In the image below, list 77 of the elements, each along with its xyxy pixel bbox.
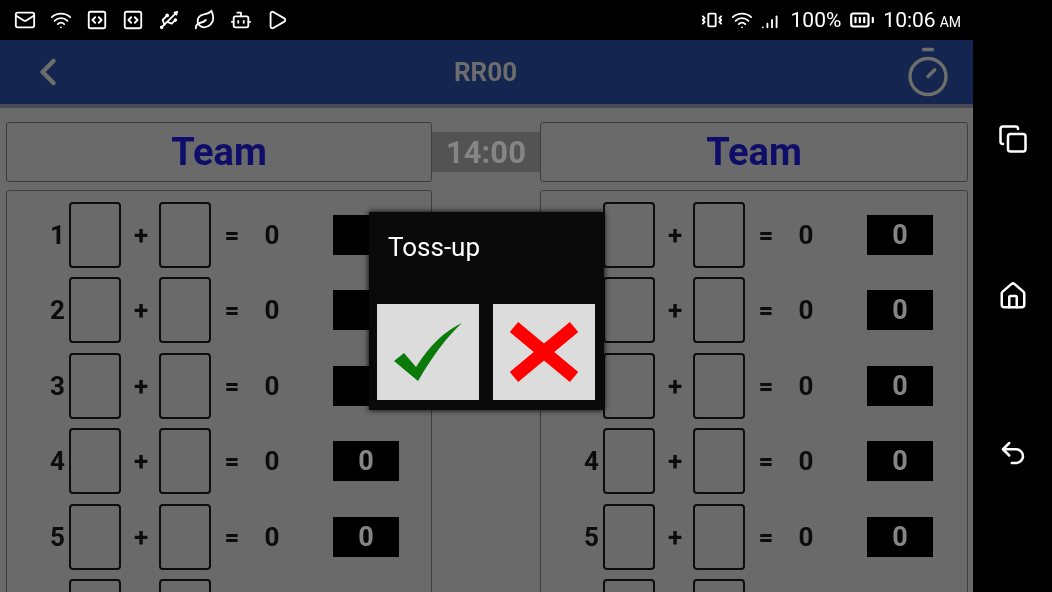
equals-sign: =	[757, 295, 775, 326]
row-score: 0	[867, 516, 933, 557]
confirm-button[interactable]	[377, 304, 479, 400]
row-score: 0	[333, 516, 399, 557]
equals-sign: =	[223, 370, 241, 401]
recent-apps-icon[interactable]	[997, 123, 1028, 154]
code-icon	[122, 9, 144, 31]
score-input[interactable]	[159, 428, 211, 495]
plus-sign: +	[666, 219, 684, 250]
plus-sign: +	[132, 521, 150, 552]
code-icon	[86, 9, 108, 31]
score-input[interactable]	[69, 352, 121, 419]
row-score: 0	[867, 214, 933, 255]
score-input[interactable]	[693, 503, 745, 570]
plus-sign: +	[666, 370, 684, 401]
equals-sign: =	[757, 521, 775, 552]
plus-sign: +	[132, 446, 150, 477]
clock-time: 10:06 AM	[883, 8, 961, 32]
leaf-icon	[194, 9, 216, 31]
row-score: 0	[867, 365, 933, 406]
plus-sign: +	[666, 446, 684, 477]
row-number: 4	[49, 446, 66, 477]
team-name[interactable]: Team	[540, 122, 968, 182]
row-score: 0	[333, 441, 399, 482]
mail-icon	[14, 9, 36, 31]
score-input[interactable]	[159, 352, 211, 419]
score-input[interactable]	[69, 201, 121, 268]
usb-icon	[158, 9, 180, 31]
dialog-title: Toss-up	[387, 232, 482, 262]
row-sum: 0	[263, 446, 281, 477]
equals-sign: =	[757, 446, 775, 477]
equals-sign: =	[223, 446, 241, 477]
score-input[interactable]	[69, 503, 121, 570]
score-input[interactable]	[693, 201, 745, 268]
score-input[interactable]	[693, 352, 745, 419]
row-number: 3	[49, 370, 66, 401]
equals-sign: =	[757, 219, 775, 250]
row-sum: 0	[263, 219, 281, 250]
equals-sign: =	[757, 370, 775, 401]
score-input[interactable]	[603, 428, 655, 495]
row-score: 0	[867, 441, 933, 482]
row-number: 2	[49, 295, 66, 326]
row-sum: 0	[263, 370, 281, 401]
row-sum: 0	[263, 521, 281, 552]
row-sum: 0	[797, 219, 815, 250]
score-input[interactable]	[693, 277, 745, 344]
plus-sign: +	[666, 295, 684, 326]
score-input[interactable]	[693, 428, 745, 495]
robot-icon	[230, 9, 252, 31]
row-sum: 0	[797, 446, 815, 477]
row-sum: 0	[263, 295, 281, 326]
equals-sign: =	[223, 295, 241, 326]
row-number: 1	[49, 219, 66, 250]
battery-percent: 100%	[790, 8, 842, 32]
plus-sign: +	[132, 295, 150, 326]
row-number: 4	[583, 446, 600, 477]
score-input[interactable]	[159, 201, 211, 268]
equals-sign: =	[223, 219, 241, 250]
row-sum: 0	[797, 295, 815, 326]
team-name[interactable]: Team	[6, 122, 432, 182]
plus-sign: +	[132, 370, 150, 401]
row-number: 5	[49, 521, 66, 552]
app-title: RR00	[453, 57, 518, 87]
plus-sign: +	[132, 219, 150, 250]
row-sum: 0	[797, 521, 815, 552]
cancel-button[interactable]	[493, 304, 595, 400]
row-number: 5	[583, 521, 600, 552]
equals-sign: =	[223, 521, 241, 552]
row-sum: 0	[797, 370, 815, 401]
row-score: 0	[867, 290, 933, 331]
score-input[interactable]	[159, 277, 211, 344]
cross-icon	[510, 319, 578, 385]
plus-sign: +	[666, 521, 684, 552]
score-input[interactable]	[159, 503, 211, 570]
score-input[interactable]	[69, 277, 121, 344]
score-input[interactable]	[69, 428, 121, 495]
score-input[interactable]	[603, 503, 655, 570]
